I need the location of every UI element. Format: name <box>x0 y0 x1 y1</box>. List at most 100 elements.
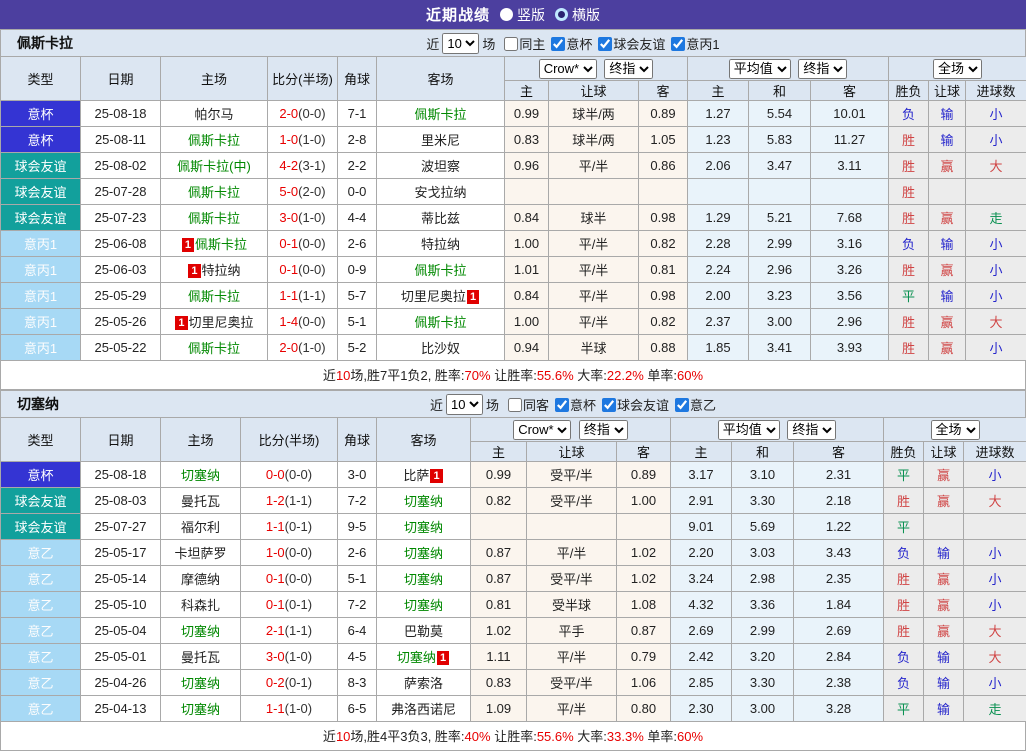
match-date: 25-06-08 <box>81 231 161 257</box>
radio-selected-icon[interactable] <box>500 8 513 21</box>
result-flag: 赢 <box>929 205 966 231</box>
filter-checkbox-label: 意丙1 <box>686 37 719 52</box>
league-type-badge: 意乙 <box>1 696 81 722</box>
average-odds: 2.98 <box>732 566 794 592</box>
average-odds: 2.28 <box>688 231 749 257</box>
filter-checkbox-item[interactable]: 意乙 <box>669 398 716 413</box>
filter-checkbox[interactable] <box>675 398 689 412</box>
away-team-cell: 里米尼 <box>377 127 505 153</box>
layout-radio-horizontal[interactable]: 横版 <box>555 5 600 25</box>
filter-checkbox-item[interactable]: 意丙1 <box>665 37 719 52</box>
average-odds: 1.29 <box>688 205 749 231</box>
halftime-score: (1-1) <box>298 288 325 303</box>
league-type-badge: 意丙1 <box>1 257 81 283</box>
average-odds: 3.10 <box>732 462 794 488</box>
filter-checkbox-item[interactable]: 意杯 <box>545 37 592 52</box>
radio-unselected-icon[interactable] <box>555 8 568 21</box>
filter-checkbox-item[interactable]: 球会友谊 <box>592 37 665 52</box>
fulltime-score: 1-0 <box>266 545 285 560</box>
team-name-text: 比沙奴 <box>421 341 460 356</box>
result-flag: 赢 <box>929 257 966 283</box>
corner-count: 9-5 <box>338 514 377 540</box>
result-flag: 赢 <box>929 309 966 335</box>
bookmaker-select[interactable]: Crow* <box>539 59 597 79</box>
match-row: 球会友谊25-08-02佩斯卡拉(中)4-2(3-1)2-2波坦察0.96平/半… <box>1 153 1026 179</box>
filter-checkbox-label: 同客 <box>523 398 549 413</box>
filter-checkbox-item[interactable]: 同客 <box>502 398 549 413</box>
summary-text-segment: 大率: <box>574 729 607 744</box>
red-card-badge: 1 <box>430 469 442 483</box>
corner-count: 4-5 <box>338 644 377 670</box>
match-date: 25-08-02 <box>81 153 161 179</box>
filter-checkbox-item[interactable]: 球会友谊 <box>596 398 669 413</box>
filter-checkbox[interactable] <box>598 37 612 51</box>
handicap-line <box>549 179 639 205</box>
result-flag: 负 <box>889 231 929 257</box>
fulltime-score: 0-1 <box>266 571 285 586</box>
halftime-score: (1-0) <box>285 649 312 664</box>
away-team-cell: 萨索洛 <box>377 670 471 696</box>
halftime-score: (0-1) <box>285 519 312 534</box>
average-line-select[interactable]: 终指 <box>798 59 847 79</box>
handicap-line: 球半 <box>549 205 639 231</box>
average-select[interactable]: 平均值 <box>729 59 791 79</box>
match-count-select[interactable]: 10 <box>442 33 479 54</box>
result-flag <box>924 514 964 540</box>
fulltime-score: 3-0 <box>266 649 285 664</box>
result-flag: 输 <box>929 127 966 153</box>
team-name-text: 佩斯卡拉 <box>188 211 240 226</box>
bookmaker-line-select[interactable]: 终指 <box>579 420 628 440</box>
scope-select[interactable]: 全场 <box>931 420 980 440</box>
filter-checkbox[interactable] <box>671 37 685 51</box>
filter-checkbox[interactable] <box>551 37 565 51</box>
match-date: 25-06-03 <box>81 257 161 283</box>
average-odds: 3.93 <box>811 335 889 361</box>
average-odds: 3.16 <box>811 231 889 257</box>
filter-checkbox-item[interactable]: 意杯 <box>549 398 596 413</box>
bookmaker-odds: 0.80 <box>617 696 671 722</box>
bookmaker-line-select[interactable]: 终指 <box>604 59 653 79</box>
match-date: 25-07-23 <box>81 205 161 231</box>
away-team-cell: 切塞纳1 <box>377 644 471 670</box>
bookmaker-odds: 1.02 <box>617 566 671 592</box>
match-score: 1-4(0-0) <box>268 309 338 335</box>
average-line-select[interactable]: 终指 <box>787 420 836 440</box>
match-count-select[interactable]: 10 <box>446 394 483 415</box>
bookmaker-select[interactable]: Crow* <box>513 420 571 440</box>
result-flag: 输 <box>924 696 964 722</box>
sub-col-away-odds: 客 <box>639 81 688 101</box>
average-odds: 2.37 <box>688 309 749 335</box>
average-select[interactable]: 平均值 <box>718 420 780 440</box>
team-name-text: 佩斯卡拉 <box>188 289 240 304</box>
filter-checkbox[interactable] <box>602 398 616 412</box>
home-team-cell: 佩斯卡拉 <box>161 335 268 361</box>
result-flag <box>964 514 1026 540</box>
scope-select[interactable]: 全场 <box>933 59 982 79</box>
team-name-text: 佩斯卡拉(中) <box>177 159 251 174</box>
match-date: 25-08-18 <box>81 101 161 127</box>
bookmaker-select-cell: Crow* 终指 <box>505 57 688 81</box>
result-flag: 小 <box>964 462 1026 488</box>
team-name-text: 摩德纳 <box>181 572 220 587</box>
radio-horizontal-label: 横版 <box>572 5 600 25</box>
average-odds: 9.01 <box>671 514 732 540</box>
team-name-text: 切塞纳 <box>404 520 443 535</box>
summary-text-segment: 场,胜4平3负3, 胜率: <box>350 729 464 744</box>
average-select-cell: 平均值 终指 <box>671 418 884 442</box>
home-team-cell: 曼托瓦 <box>161 644 241 670</box>
corner-count: 2-6 <box>338 540 377 566</box>
average-odds: 3.23 <box>749 283 811 309</box>
away-team-cell: 佩斯卡拉 <box>377 101 505 127</box>
layout-radio-vertical[interactable]: 竖版 <box>500 5 545 25</box>
fulltime-score: 2-0 <box>279 340 298 355</box>
fulltime-score: 0-0 <box>266 467 285 482</box>
result-flag: 小 <box>966 283 1026 309</box>
red-card-badge: 1 <box>188 264 200 278</box>
filter-checkbox[interactable] <box>504 37 518 51</box>
result-flag: 大 <box>964 488 1026 514</box>
match-score: 1-0(1-0) <box>268 127 338 153</box>
team-name-text: 巴勒莫 <box>404 624 443 639</box>
filter-checkbox[interactable] <box>508 398 522 412</box>
filter-checkbox[interactable] <box>555 398 569 412</box>
filter-checkbox-item[interactable]: 同主 <box>498 37 545 52</box>
